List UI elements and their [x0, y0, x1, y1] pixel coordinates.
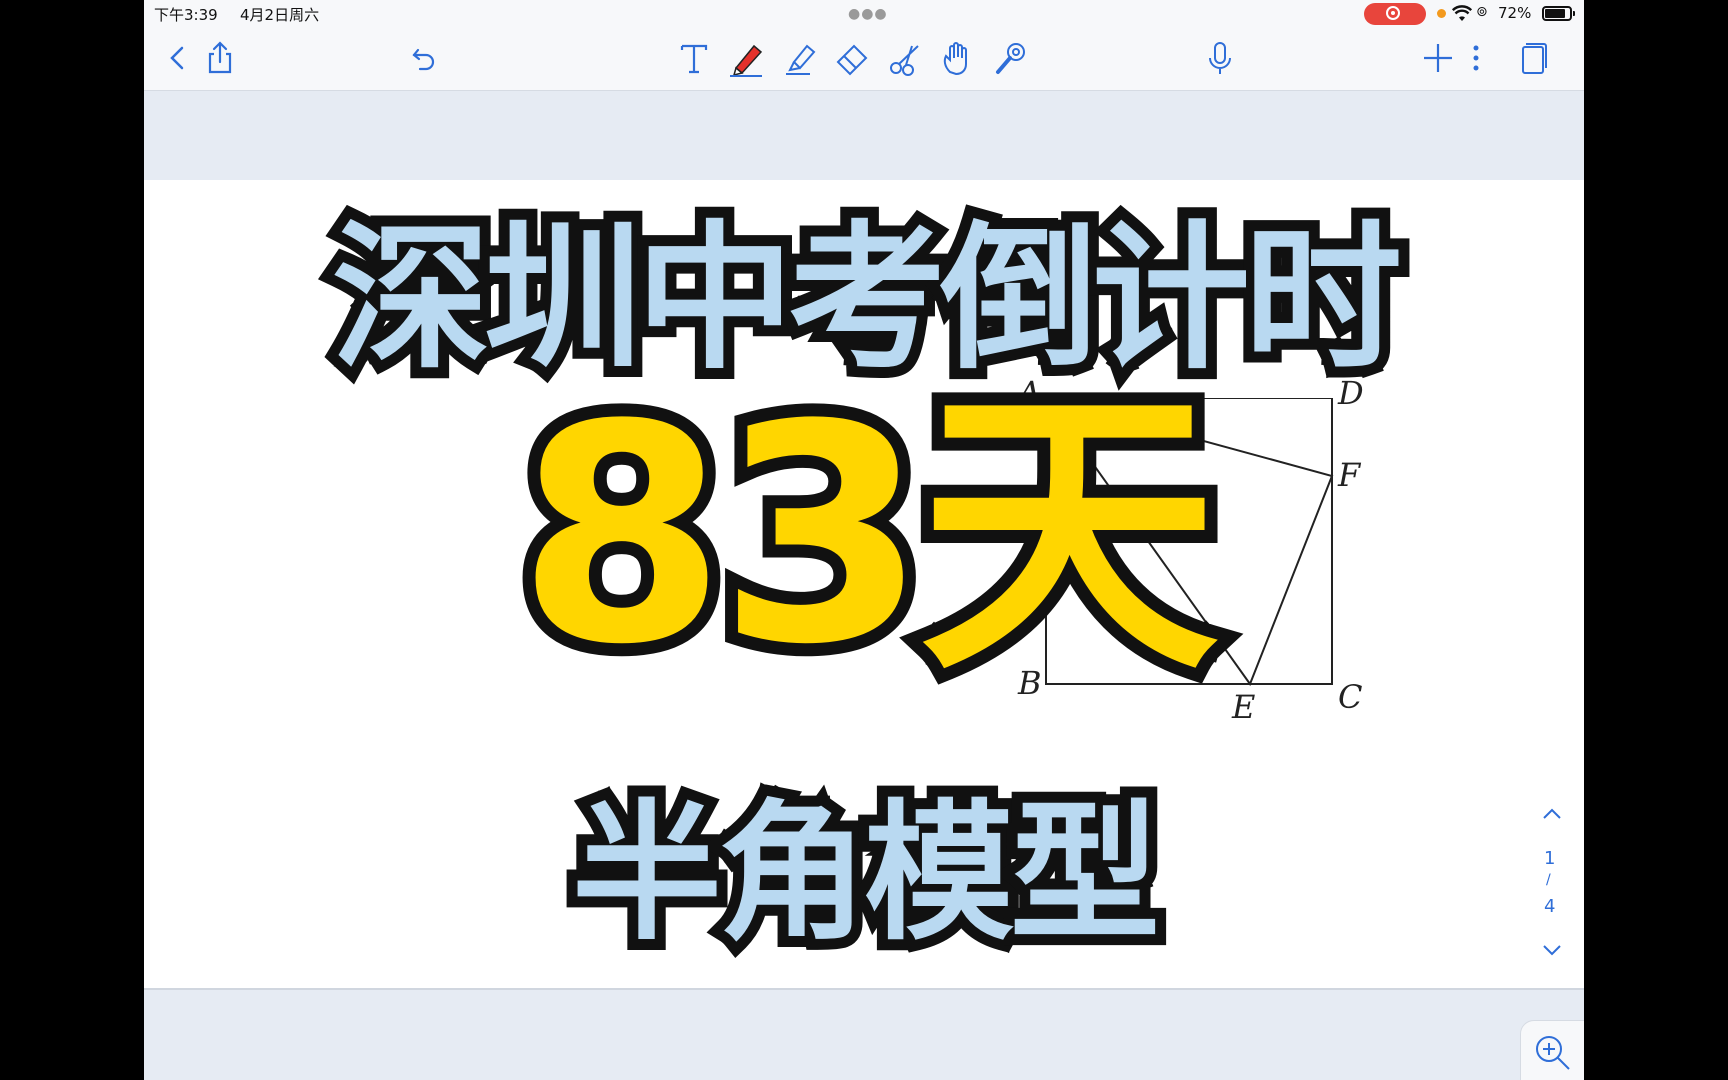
days-remaining: 83天 — [504, 361, 1231, 710]
back-icon — [170, 46, 184, 70]
status-time: 下午3:39 — [154, 6, 218, 24]
undo-icon — [412, 48, 435, 71]
multitask-dots-icon[interactable]: ●●● — [848, 6, 888, 22]
add-page-icon — [1424, 44, 1452, 72]
topic-title: 半角模型 — [561, 776, 1171, 972]
zoom-button[interactable] — [1520, 1020, 1584, 1080]
undo-button[interactable] — [404, 38, 444, 78]
pen-tool-icon — [730, 44, 763, 77]
laser-pointer-icon — [996, 43, 1025, 74]
text-tool-button[interactable] — [674, 38, 714, 78]
mic-in-use-indicator-icon — [1437, 9, 1446, 18]
microphone-icon — [1209, 42, 1231, 74]
hand-tool-icon — [943, 42, 967, 76]
laser-pointer-button[interactable] — [990, 38, 1030, 78]
pages-button[interactable] — [1512, 38, 1552, 78]
share-button[interactable] — [200, 38, 240, 78]
page-total: 4 — [1544, 896, 1556, 917]
lasso-tool-icon — [890, 45, 919, 76]
highlighter-tool-icon — [786, 44, 816, 75]
battery-icon — [1542, 6, 1575, 21]
ipad-screen: 下午3:39 4月2日周六 ●●● ⊚ 72% 的 A D F B C E 深圳… — [144, 0, 1584, 1080]
vertex-label-e: E — [1232, 688, 1256, 726]
microphone-button[interactable] — [1200, 38, 1240, 78]
add-page-button[interactable] — [1418, 38, 1458, 78]
zoom-in-icon — [1536, 1036, 1570, 1070]
hand-tool-button[interactable] — [938, 38, 978, 78]
page-separator: / — [1546, 872, 1551, 888]
back-button[interactable] — [158, 38, 198, 78]
status-date: 4月2日周六 — [240, 6, 320, 24]
eraser-tool-icon — [836, 44, 868, 76]
pen-tool-button[interactable] — [726, 38, 766, 78]
text-tool-icon — [680, 44, 708, 74]
pages-icon — [1522, 43, 1547, 74]
orientation-lock-icon: ⊚ — [1476, 4, 1488, 20]
page-up-icon[interactable] — [1540, 806, 1564, 822]
eraser-tool-button[interactable] — [832, 38, 872, 78]
screen-recording-icon[interactable] — [1364, 3, 1426, 25]
toolbar — [144, 28, 1584, 91]
highlighter-tool-button[interactable] — [780, 38, 820, 78]
wifi-icon — [1452, 5, 1472, 21]
page-current: 1 — [1544, 848, 1556, 869]
status-bar: 下午3:39 4月2日周六 ●●● ⊚ 72% — [144, 0, 1584, 28]
more-button[interactable] — [1456, 38, 1496, 78]
battery-percentage: 72% — [1498, 4, 1532, 22]
page-down-icon[interactable] — [1540, 942, 1564, 958]
lasso-tool-button[interactable] — [886, 38, 926, 78]
share-icon — [208, 41, 232, 74]
more-icon — [1473, 45, 1479, 71]
